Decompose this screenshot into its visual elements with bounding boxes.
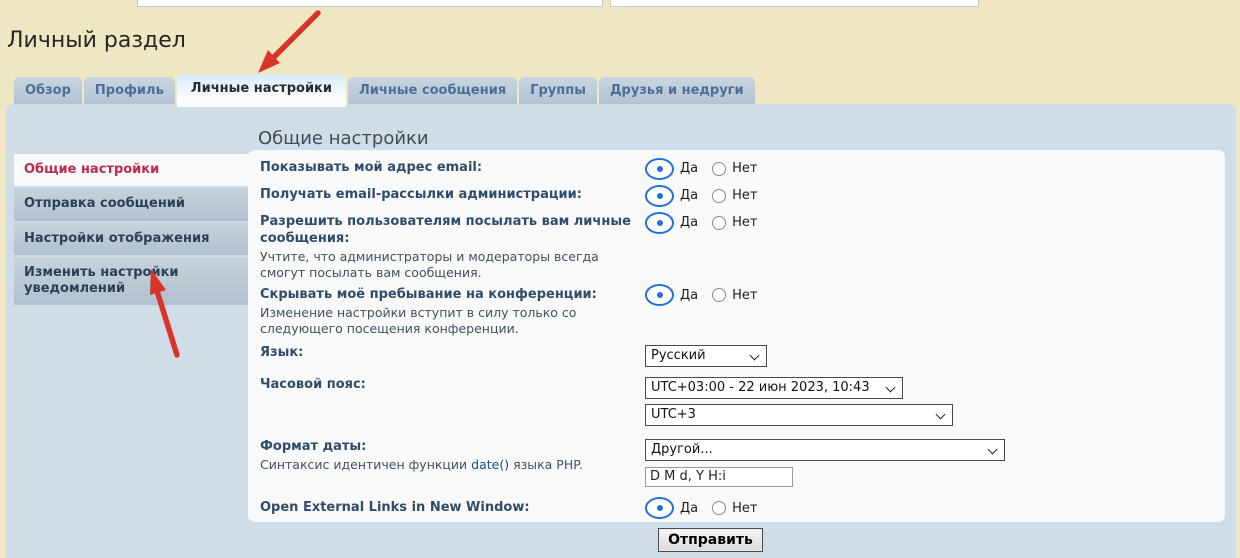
php-date-link[interactable]: date(): [471, 457, 509, 472]
sidebar-item-general-settings[interactable]: Общие настройки: [14, 154, 248, 186]
hide-online-label: Скрывать моё пребывание на конференции:: [260, 287, 631, 304]
form-row-external-links: Open External Links in New Window: Да Не…: [260, 500, 1213, 517]
page-title: Личный раздел: [7, 28, 186, 53]
form-row-hide-online: Скрывать моё пребывание на конференции: …: [260, 287, 1213, 337]
tab-overview[interactable]: Обзор: [14, 77, 82, 104]
top-cropped-box-right: [610, 0, 979, 7]
form-row-allow-pm: Разрешить пользователям посылать вам лич…: [260, 214, 1213, 281]
settings-form: Показывать мой адрес email: Да Нет Получ…: [248, 150, 1225, 522]
date-format-select-value: Другой...: [651, 442, 713, 457]
language-select[interactable]: Русский: [645, 345, 767, 367]
hide-online-radio-group: Да Нет: [645, 287, 757, 304]
chevron-down-icon: [988, 444, 998, 454]
sidebar-item-message-sending[interactable]: Отправка сообщений: [14, 188, 248, 220]
radio-unselected-icon[interactable]: [712, 216, 726, 230]
form-row-date-format: Формат даты: Синтаксис идентичен функции…: [260, 439, 1213, 487]
show-email-label: Показывать мой адрес email:: [260, 160, 631, 177]
date-format-select[interactable]: Другой...: [645, 439, 1005, 461]
submit-row: Отправить: [248, 528, 1225, 552]
ucp-sidebar: Общие настройки Отправка сообщений Настр…: [14, 154, 248, 307]
radio-selected-icon[interactable]: [645, 185, 674, 207]
radio-option-label[interactable]: Да: [680, 215, 698, 230]
date-format-input[interactable]: [645, 467, 793, 487]
hide-online-hint: Изменение настройки вступит в силу тольк…: [260, 305, 631, 337]
admin-emails-radio-group: Да Нет: [645, 187, 757, 204]
radio-option-label[interactable]: Да: [680, 161, 698, 176]
timezone-label: Часовой пояс:: [260, 377, 631, 394]
radio-option-label[interactable]: Нет: [732, 161, 757, 176]
radio-selected-icon[interactable]: [645, 158, 674, 180]
radio-option-label[interactable]: Да: [680, 188, 698, 203]
language-label: Язык:: [260, 345, 631, 362]
timezone-offset-select[interactable]: UTC+3: [645, 404, 953, 426]
allow-pm-hint: Учтите, что администраторы и модераторы …: [260, 249, 631, 281]
radio-unselected-icon[interactable]: [712, 288, 726, 302]
tab-friends-foes[interactable]: Друзья и недруги: [599, 77, 755, 104]
radio-selected-icon[interactable]: [645, 497, 674, 519]
form-row-admin-emails: Получать email-рассылки администрации: Д…: [260, 187, 1213, 204]
chevron-down-icon: [750, 350, 760, 360]
radio-unselected-icon[interactable]: [712, 189, 726, 203]
chevron-down-icon: [936, 409, 946, 419]
radio-option-label[interactable]: Да: [680, 288, 698, 303]
tab-private-messages[interactable]: Личные сообщения: [348, 77, 517, 104]
form-row-show-email: Показывать мой адрес email: Да Нет: [260, 160, 1213, 177]
radio-option-label[interactable]: Нет: [732, 188, 757, 203]
submit-button[interactable]: Отправить: [658, 528, 763, 552]
date-format-label: Формат даты:: [260, 439, 631, 456]
external-links-radio-group: Да Нет: [645, 500, 757, 517]
timezone-select[interactable]: UTC+03:00 - 22 июн 2023, 10:43: [645, 377, 903, 399]
tab-personal-settings[interactable]: Личные настройки: [177, 74, 346, 107]
tab-profile[interactable]: Профиль: [84, 77, 175, 104]
timezone-offset-value: UTC+3: [651, 407, 696, 422]
form-row-timezone: Часовой пояс: UTC+03:00 - 22 июн 2023, 1…: [260, 377, 1213, 426]
ucp-panel: Общие настройки Общие настройки Отправка…: [6, 104, 1236, 558]
language-select-value: Русский: [651, 348, 706, 363]
allow-pm-radio-group: Да Нет: [645, 214, 757, 231]
sidebar-item-display-settings[interactable]: Настройки отображения: [14, 223, 248, 255]
radio-option-label[interactable]: Нет: [732, 288, 757, 303]
allow-pm-label: Разрешить пользователям посылать вам лич…: [260, 214, 631, 248]
external-links-label: Open External Links in New Window:: [260, 500, 631, 517]
radio-selected-icon[interactable]: [645, 284, 674, 306]
radio-option-label[interactable]: Нет: [732, 215, 757, 230]
timezone-select-value: UTC+03:00 - 22 июн 2023, 10:43: [651, 380, 870, 395]
radio-selected-icon[interactable]: [645, 212, 674, 234]
admin-emails-label: Получать email-рассылки администрации:: [260, 187, 631, 204]
show-email-radio-group: Да Нет: [645, 160, 757, 177]
date-format-hint: Синтаксис идентичен функции date() языка…: [260, 457, 631, 473]
radio-unselected-icon[interactable]: [712, 501, 726, 515]
annotation-arrow-tab: [258, 13, 318, 73]
top-cropped-box-left: [137, 0, 603, 7]
radio-option-label[interactable]: Нет: [732, 501, 757, 516]
section-heading: Общие настройки: [258, 128, 429, 149]
form-row-language: Язык: Русский: [260, 345, 1213, 367]
sidebar-item-notification-settings[interactable]: Изменить настройки уведомлений: [14, 257, 248, 306]
radio-unselected-icon[interactable]: [712, 162, 726, 176]
ucp-tab-bar: Обзор Профиль Личные настройки Личные со…: [14, 77, 757, 104]
tab-groups[interactable]: Группы: [519, 77, 597, 104]
radio-option-label[interactable]: Да: [680, 501, 698, 516]
chevron-down-icon: [886, 382, 896, 392]
